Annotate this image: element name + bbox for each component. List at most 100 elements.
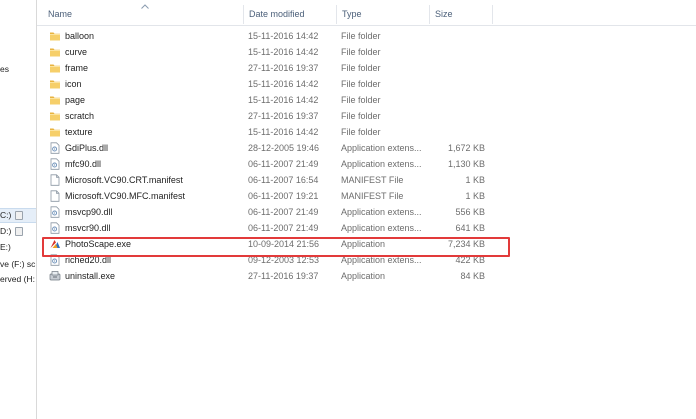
- file-size: 1 KB: [465, 191, 485, 201]
- file-name: PhotoScape.exe: [65, 239, 132, 249]
- column-header-size[interactable]: Size: [430, 3, 492, 25]
- nav-item-label: D:): [0, 226, 12, 236]
- file-icon: [49, 190, 61, 202]
- nav-item-drive-f[interactable]: ve (F:) sc: [0, 257, 36, 271]
- file-row[interactable]: page 15-11-2016 14:42 File folder: [43, 92, 493, 108]
- dll-icon: [49, 254, 61, 266]
- file-date-modified: 06-11-2007 21:49: [248, 223, 319, 233]
- dll-icon: [49, 222, 61, 234]
- navigation-pane: es C:) D:) E:) ve (F:) sc erved (H:: [0, 0, 36, 419]
- file-name: icon: [65, 79, 82, 89]
- file-size: 1 KB: [465, 175, 485, 185]
- file-name: balloon: [65, 31, 95, 41]
- file-size: 1,130 KB: [447, 159, 485, 169]
- dll-icon: [49, 142, 61, 154]
- file-size: 556 KB: [455, 207, 485, 217]
- nav-item-drive-e[interactable]: E:): [0, 240, 36, 254]
- file-row[interactable]: riched20.dll 09-12-2003 12:53 Application …: [43, 252, 493, 268]
- file-row[interactable]: icon 15-11-2016 14:42 File folder: [43, 76, 493, 92]
- file-name: Microsoft.VC90.MFC.manifest: [65, 191, 186, 201]
- file-date-modified: 15-11-2016 14:42: [248, 47, 319, 57]
- uninstall-icon: [49, 270, 61, 282]
- nav-item-drive-c[interactable]: C:): [0, 208, 36, 223]
- file-type: File folder: [341, 95, 381, 105]
- file-type: Application extens...: [341, 207, 422, 217]
- file-date-modified: 10-09-2014 21:56: [248, 239, 320, 249]
- nav-item-label: ve (F:) sc: [0, 259, 36, 269]
- file-date-modified: 06-11-2007 19:21: [248, 191, 319, 201]
- file-name: scratch: [65, 111, 95, 121]
- file-name: uninstall.exe: [65, 271, 116, 281]
- file-type: File folder: [341, 127, 381, 137]
- nav-item-drive-d[interactable]: D:): [0, 224, 36, 238]
- column-header-name[interactable]: Name: [43, 3, 243, 25]
- file-name: msvcp90.dll: [65, 207, 113, 217]
- file-size: 1,672 KB: [447, 143, 485, 153]
- file-size: 422 KB: [455, 255, 485, 265]
- file-date-modified: 15-11-2016 14:42: [248, 127, 319, 137]
- folder-icon: [49, 46, 61, 58]
- dll-icon: [49, 158, 61, 170]
- nav-item-label: C:): [0, 210, 12, 220]
- file-type: Application extens...: [341, 223, 422, 233]
- file-row[interactable]: Microsoft.VC90.CRT.manifest 06-11-2007 16…: [43, 172, 493, 188]
- file-row[interactable]: PhotoScape.exe 10-09-2014 21:56 Applicatio…: [43, 236, 493, 252]
- file-row[interactable]: balloon 15-11-2016 14:42 File folder: [43, 28, 493, 44]
- column-divider[interactable]: [492, 5, 493, 24]
- file-name: curve: [65, 47, 88, 57]
- dll-icon: [49, 206, 61, 218]
- folder-icon: [49, 110, 61, 122]
- file-list-pane: Name Date modified Type Size balloon 15-1…: [37, 0, 696, 419]
- file-name: msvcr90.dll: [65, 223, 111, 233]
- file-row[interactable]: mfc90.dll 06-11-2007 21:49 Application ext…: [43, 156, 493, 172]
- file-row[interactable]: msvcr90.dll 06-11-2007 21:49 Application e…: [43, 220, 493, 236]
- file-date-modified: 15-11-2016 14:42: [248, 31, 319, 41]
- file-name: riched20.dll: [65, 255, 112, 265]
- file-row[interactable]: uninstall.exe 27-11-2016 19:37 Application…: [43, 268, 493, 284]
- file-name: Microsoft.VC90.CRT.manifest: [65, 175, 183, 185]
- drive-icon: [14, 211, 23, 221]
- nav-item-label: es: [0, 64, 9, 74]
- file-type: File folder: [341, 111, 381, 121]
- file-row[interactable]: curve 15-11-2016 14:42 File folder: [43, 44, 493, 60]
- file-row[interactable]: Microsoft.VC90.MFC.manifest 06-11-2007 19…: [43, 188, 493, 204]
- folder-icon: [49, 30, 61, 42]
- file-icon: [49, 174, 61, 186]
- file-type: Application extens...: [341, 143, 422, 153]
- file-type: Application extens...: [341, 159, 422, 169]
- file-size: 7,234 KB: [447, 239, 485, 249]
- folder-icon: [49, 126, 61, 138]
- column-header-date-modified[interactable]: Date modified: [244, 3, 336, 25]
- photoscape-icon: [49, 238, 61, 250]
- nav-item-label: E:): [0, 242, 11, 252]
- file-row[interactable]: scratch 27-11-2016 19:37 File folder: [43, 108, 493, 124]
- file-name: mfc90.dll: [65, 159, 102, 169]
- column-header-type[interactable]: Type: [337, 3, 429, 25]
- file-type: File folder: [341, 63, 381, 73]
- nav-item-drive-h[interactable]: erved (H:: [0, 272, 36, 286]
- file-row[interactable]: texture 15-11-2016 14:42 File folder: [43, 124, 493, 140]
- file-type: File folder: [341, 47, 381, 57]
- file-size: 641 KB: [455, 223, 485, 233]
- file-date-modified: 09-12-2003 12:53: [248, 255, 320, 265]
- column-header-row: Name Date modified Type Size: [37, 3, 696, 26]
- file-date-modified: 15-11-2016 14:42: [248, 79, 319, 89]
- file-date-modified: 06-11-2007 21:49: [248, 159, 319, 169]
- folder-icon: [49, 78, 61, 90]
- file-row[interactable]: GdiPlus.dll 28-12-2005 19:46 Application e…: [43, 140, 493, 156]
- file-date-modified: 27-11-2016 19:37: [248, 271, 319, 281]
- file-size: 84 KB: [460, 271, 485, 281]
- file-name: page: [65, 95, 86, 105]
- file-type: Application: [341, 239, 386, 249]
- file-row[interactable]: msvcp90.dll 06-11-2007 21:49 Application e…: [43, 204, 493, 220]
- drive-icon: [14, 227, 23, 237]
- file-date-modified: 27-11-2016 19:37: [248, 63, 319, 73]
- file-name: GdiPlus.dll: [65, 143, 109, 153]
- file-type: File folder: [341, 31, 381, 41]
- file-date-modified: 15-11-2016 14:42: [248, 95, 319, 105]
- folder-icon: [49, 62, 61, 74]
- file-type: File folder: [341, 79, 381, 89]
- nav-item-libraries[interactable]: es: [0, 62, 36, 76]
- file-row[interactable]: frame 27-11-2016 19:37 File folder: [43, 60, 493, 76]
- file-date-modified: 06-11-2007 21:49: [248, 207, 319, 217]
